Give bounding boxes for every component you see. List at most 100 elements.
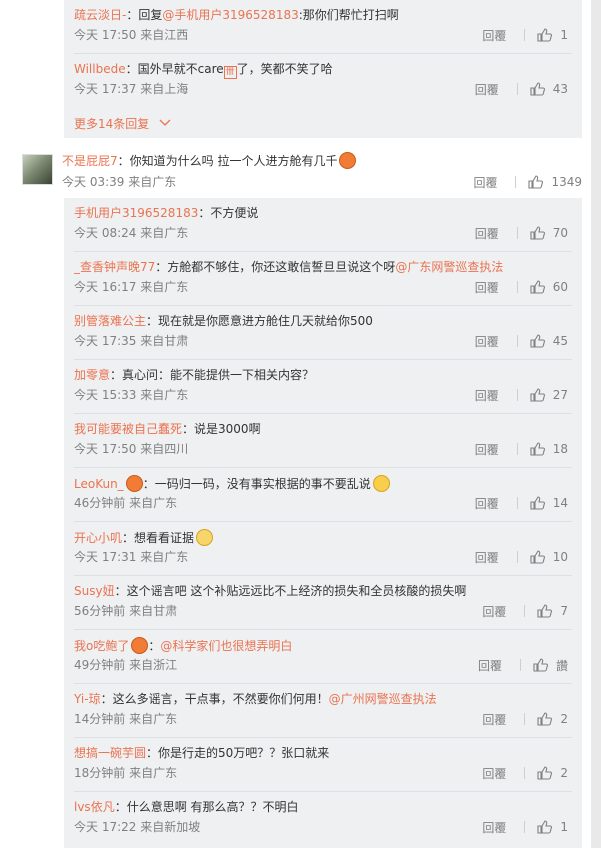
reply-button[interactable]: 回覆 <box>473 174 497 191</box>
reply-button[interactable]: 回覆 <box>475 441 499 458</box>
reply-item: _查香钟声晚77：方舱都不够住，你还这敢信誓旦旦说这个呀@广东网警巡查执法 今天 … <box>74 252 572 306</box>
reply-actions: 回覆 1 <box>482 27 568 43</box>
reply-button[interactable]: 回覆 <box>475 387 499 404</box>
reply-button[interactable]: 回覆 <box>482 765 506 782</box>
reply-item: 手机用户3196528183：不方便说今天 08:24 来自广东 回覆 70 <box>74 198 572 252</box>
like-button[interactable]: 1 <box>537 28 568 42</box>
reply-actions: 回覆 1 <box>482 819 568 835</box>
divider <box>516 83 518 95</box>
reply-username[interactable]: 我可能要被自己蠢死 <box>74 422 182 436</box>
separator: ： <box>182 422 195 436</box>
reply-button[interactable]: 回覆 <box>482 711 506 728</box>
separator: ： <box>114 584 127 598</box>
reply-button[interactable]: 回覆 <box>475 495 499 512</box>
like-button[interactable]: 10 <box>530 550 568 564</box>
reply-actions: 回覆 18 <box>475 441 568 457</box>
reply-button[interactable]: 回覆 <box>475 279 499 296</box>
like-count: 7 <box>560 604 568 618</box>
thumbs-up-icon <box>537 820 553 834</box>
reply-username[interactable]: Yi-琼 <box>74 692 101 706</box>
reply-username[interactable]: Susy妞 <box>74 584 115 598</box>
like-button[interactable]: 1 <box>537 820 568 834</box>
scrollbar-track[interactable] <box>591 0 601 848</box>
reply-button[interactable]: 回覆 <box>478 657 502 674</box>
reply-username[interactable]: 开心小叽 <box>74 531 122 545</box>
like-button[interactable]: 讚 <box>533 657 568 674</box>
reply-text: 不方便说 <box>210 206 259 220</box>
reply-item: LeoKun_ ：一码归一码，没有事实根据的事不要乱说 46分钟前 来自广东 回覆 14 <box>74 468 572 522</box>
reply-content: lvs依凡：什么意思啊 有那么高？？不明白 <box>74 799 572 815</box>
reply-button[interactable]: 回覆 <box>475 333 499 350</box>
reply-meta: 今天 17:37 来自上海 <box>74 82 189 96</box>
like-button[interactable]: 43 <box>530 82 568 96</box>
reply-actions: 回覆 70 <box>475 225 568 241</box>
like-button[interactable]: 18 <box>530 442 568 456</box>
like-button[interactable]: 45 <box>530 334 568 348</box>
separator: ： <box>198 206 211 220</box>
divider <box>524 605 526 617</box>
mention-link[interactable]: @广东网警巡查执法 <box>395 260 503 274</box>
reply-button[interactable]: 回覆 <box>475 81 499 98</box>
mention-link[interactable]: @科学家们也很想弄明白 <box>160 639 292 653</box>
reply-username[interactable]: _查香钟声晚77 <box>74 260 155 274</box>
reply-actions: 回覆 14 <box>475 495 568 511</box>
reply-meta: 今天 17:35 来自甘肃 <box>74 334 189 348</box>
like-count: 70 <box>552 226 568 240</box>
reply-content: 别管落难公主：现在就是你愿意进方舱住几天就给你500 <box>74 313 572 329</box>
reply-username[interactable]: Willbede <box>74 62 126 76</box>
like-button[interactable]: 27 <box>530 388 568 402</box>
reply-username[interactable]: lvs依凡 <box>74 800 115 814</box>
reply-username[interactable]: 加零意 <box>74 368 110 382</box>
reply-button[interactable]: 回覆 <box>482 603 506 620</box>
like-count: 2 <box>560 712 568 726</box>
like-button[interactable]: 7 <box>537 604 568 618</box>
emoji-icon <box>372 475 390 492</box>
avatar[interactable] <box>22 154 53 185</box>
like-button[interactable]: 1349 <box>528 175 582 189</box>
like-button[interactable]: 70 <box>530 226 568 240</box>
badge-emoji-icon <box>131 637 149 654</box>
like-button[interactable]: 2 <box>537 712 568 726</box>
like-count: 10 <box>552 550 568 564</box>
reply-text: 回复 <box>138 8 163 22</box>
reply-item: 我o吃鲍了 ：@科学家们也很想弄明白 49分钟前 来自浙江 回覆 讚 <box>74 630 572 684</box>
reply-actions: 回覆 10 <box>475 549 568 565</box>
reply-username[interactable]: 别管落难公主 <box>74 314 146 328</box>
separator: ： <box>148 639 161 653</box>
separator: ： <box>100 692 113 706</box>
like-button[interactable]: 2 <box>537 766 568 780</box>
like-button[interactable]: 60 <box>530 280 568 294</box>
reply-content: 疏云淡日-：回复@手机用户3196528183:那你们帮忙打扫啊 <box>74 7 572 23</box>
thumbs-up-icon <box>537 604 553 618</box>
reply-button[interactable]: 回覆 <box>475 225 499 242</box>
comment-username[interactable]: 不是屁屁7 <box>62 154 118 168</box>
divider <box>516 497 518 509</box>
reply-username[interactable]: 想搞一碗芋圆 <box>74 746 146 760</box>
reply-username[interactable]: 我o吃鲍了 <box>74 639 129 653</box>
reply-meta: 46分钟前 来自广东 <box>74 496 178 510</box>
mention-link[interactable]: @广州网警巡查执法 <box>329 692 437 706</box>
thumbs-up-icon <box>537 766 553 780</box>
like-count: 1349 <box>551 175 582 189</box>
reply-item: Yi-琼：这么多谣言，干点事，不然要你们何用！@广州网警巡查执法 14分钟前 来自… <box>74 684 572 738</box>
reply-username[interactable]: 疏云淡日- <box>74 8 126 22</box>
thumbs-up-icon <box>530 82 545 96</box>
divider <box>516 551 518 563</box>
more-replies-link[interactable]: 更多14条回复 <box>74 115 171 132</box>
reply-actions: 回覆 讚 <box>478 657 568 673</box>
reply-meta: 今天 17:50 来自江西 <box>74 28 189 42</box>
reply-username[interactable]: 手机用户3196528183 <box>74 206 198 220</box>
reply-button[interactable]: 回覆 <box>482 819 506 836</box>
reply-meta: 今天 08:24 来自广东 <box>74 226 189 240</box>
like-count: 14 <box>552 496 568 510</box>
reply-button[interactable]: 回覆 <box>482 27 506 44</box>
like-button[interactable]: 14 <box>530 496 568 510</box>
divider <box>524 713 526 725</box>
reply-item: 别管落难公主：现在就是你愿意进方舱住几天就给你500 今天 17:35 来自甘肃 回… <box>74 306 572 360</box>
reply-content: _查香钟声晚77：方舱都不够住，你还这敢信誓旦旦说这个呀@广东网警巡查执法 <box>74 259 572 275</box>
reply-text: 真心问：能不能提供一下相关内容？ <box>122 368 315 382</box>
reply-button[interactable]: 回覆 <box>475 549 499 566</box>
mention-link[interactable]: @手机用户3196528183 <box>162 8 298 22</box>
divider <box>516 281 518 293</box>
reply-username[interactable]: LeoKun_ <box>74 477 124 491</box>
